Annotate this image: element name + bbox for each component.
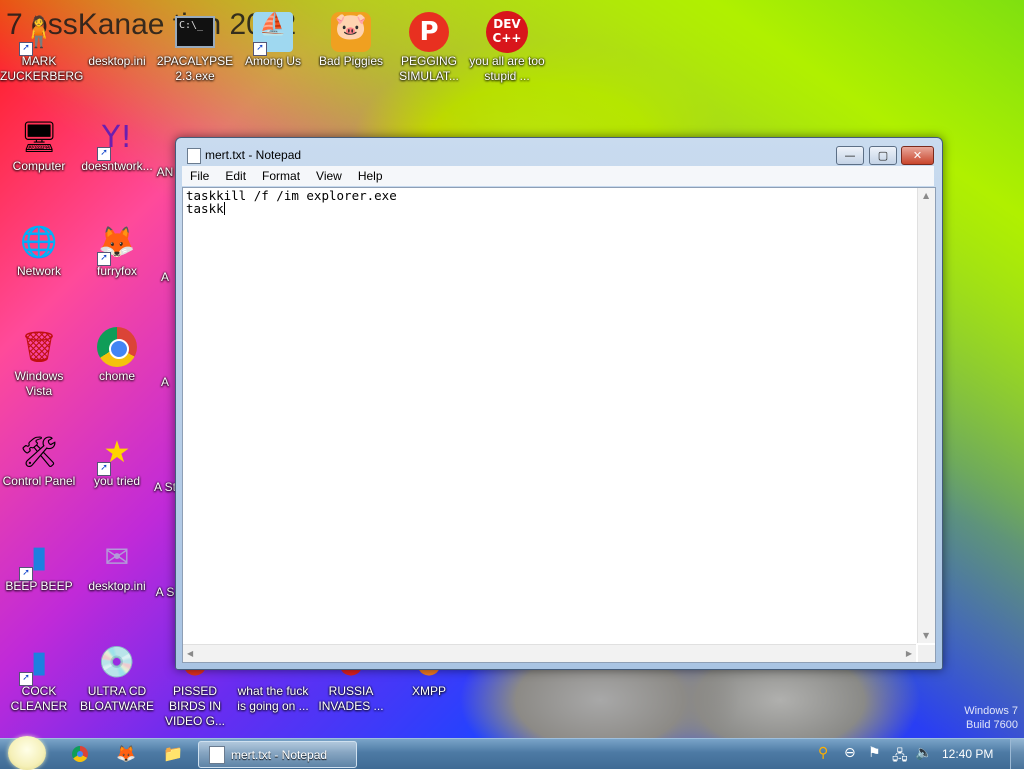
chrome-icon[interactable] xyxy=(70,744,90,764)
search-icon[interactable]: ⚲ xyxy=(818,745,828,761)
game-icon: ⛵ ➚ xyxy=(251,10,295,56)
scroll-down-icon[interactable]: ▼ xyxy=(923,631,929,640)
windows-watermark: Windows 7 Build 7600 xyxy=(964,705,1018,731)
text-editor[interactable]: taskkill /f /im explorer.exe taskk ▲ ▼ ◀… xyxy=(182,187,936,663)
desktop-icon-mark-zuckerberg[interactable]: 🧍 ➚ MARK ZUCKERBERG xyxy=(0,10,83,84)
notepad-icon xyxy=(209,745,225,764)
desktop-icon-windows-vista[interactable]: 🗑 Windows Vista xyxy=(0,325,78,399)
notepad-icon xyxy=(187,148,201,164)
file-icon: . xyxy=(95,10,139,54)
clock[interactable]: 12:40 PM xyxy=(942,747,993,761)
network-icon[interactable]: 🖧 xyxy=(892,745,908,769)
scroll-left-icon[interactable]: ◀ xyxy=(187,649,193,658)
desktop-icon-ultra-cd-bloatware[interactable]: 💿 ULTRA CD BLOATWARE xyxy=(78,640,156,714)
desktop-icon-cock-cleaner[interactable]: ▮ ➚ COCK CLEANER xyxy=(0,640,78,714)
close-button[interactable]: ✕ xyxy=(901,146,934,165)
taskbar: 🦊 📁 mert.txt - Notepad ⚲ ⊖ ⚑ 🖧 🔈 12:40 P… xyxy=(0,736,1024,770)
network-icon: 🌐 xyxy=(20,224,58,260)
star-icon: ★ ➚ xyxy=(95,430,139,476)
window-title: mert.txt - Notepad xyxy=(205,148,302,162)
minus-circle-icon[interactable]: ⊖ xyxy=(844,745,856,761)
control-panel-icon: 🛠 xyxy=(19,434,59,470)
desktop-icon-computer[interactable]: 🖥 Computer xyxy=(0,115,78,174)
desktop-icon-you-all-are-too-stupid[interactable]: DEV C++ you all are too stupid ... xyxy=(468,10,546,84)
computer-icon: 🖥 xyxy=(19,119,59,155)
desktop-icon-furryfox[interactable]: 🦊 ➚ furryfox xyxy=(78,220,156,279)
flag-icon[interactable]: ⚑ xyxy=(868,745,881,761)
start-button[interactable] xyxy=(8,736,46,770)
blue-file-icon: ▮ ➚ xyxy=(17,640,61,686)
recycle-bin-icon: 🗑 xyxy=(19,329,59,365)
desktop-icon-control-panel[interactable]: 🛠 Control Panel xyxy=(0,430,78,489)
desktop-icon-chome[interactable]: chome xyxy=(78,325,156,384)
editor-line-2: taskk xyxy=(186,201,224,216)
desktop-icon-desktop-ini-1[interactable]: . desktop.ini xyxy=(78,10,156,69)
person-icon: 🧍 ➚ xyxy=(17,10,61,56)
menu-view[interactable]: View xyxy=(308,169,350,183)
menu-format[interactable]: Format xyxy=(254,169,308,183)
scroll-up-icon[interactable]: ▲ xyxy=(923,191,929,200)
horizontal-scrollbar[interactable]: ◀ ▶ xyxy=(183,644,916,662)
maximize-button[interactable]: ▢ xyxy=(869,146,897,165)
text-caret xyxy=(223,202,225,215)
menu-help[interactable]: Help xyxy=(350,169,391,183)
vertical-scrollbar[interactable]: ▲ ▼ xyxy=(917,188,935,643)
desktop-icon-doesntwork[interactable]: Y! ➚ doesntwork... xyxy=(78,115,156,174)
minimize-button[interactable]: — xyxy=(836,146,864,165)
file-icon: ✉ xyxy=(104,539,130,575)
editor-text: taskkill /f /im explorer.exe taskk xyxy=(186,189,397,215)
menu-bar: File Edit Format View Help xyxy=(182,166,934,186)
explorer-icon[interactable]: 📁 xyxy=(163,744,183,764)
desktop-icon-among-us[interactable]: ⛵ ➚ Among Us xyxy=(234,10,312,69)
devcpp-icon: DEV C++ xyxy=(485,10,529,54)
desktop-icon-you-tried[interactable]: ★ ➚ you tried xyxy=(78,430,156,489)
chrome-icon xyxy=(95,325,139,369)
size-grip[interactable] xyxy=(918,645,935,662)
cmd-icon: C:\_ xyxy=(173,10,217,54)
volume-icon[interactable]: 🔈 xyxy=(915,745,932,761)
yahoo-icon: Y! ➚ xyxy=(95,115,139,161)
desktop-icon-bad-piggies[interactable]: 🐷 Bad Piggies xyxy=(312,10,390,69)
notepad-window[interactable]: mert.txt - Notepad — ▢ ✕ File Edit Forma… xyxy=(175,137,943,670)
desktop-icon-pegging-simulator[interactable]: P PEGGING SIMULAT... xyxy=(390,10,468,84)
p-icon: P xyxy=(407,10,451,54)
taskbar-notepad-button[interactable]: mert.txt - Notepad xyxy=(198,741,357,768)
firefox-icon: 🦊 ➚ xyxy=(95,220,139,266)
desktop-icon-desktop-ini-2[interactable]: ✉ desktop.ini xyxy=(78,535,156,594)
cd-icon: 💿 xyxy=(98,644,136,680)
desktop-icon-2pacalypse[interactable]: C:\_ 2PACALYPSE 2.3.exe xyxy=(156,10,234,84)
desktop-icon-beep-beep[interactable]: ▮ ➚ BEEP BEEP xyxy=(0,535,78,594)
menu-file[interactable]: File xyxy=(182,169,217,183)
pig-icon: 🐷 xyxy=(329,10,373,54)
firefox-icon[interactable]: 🦊 xyxy=(116,744,136,764)
scroll-right-icon[interactable]: ▶ xyxy=(906,649,912,658)
blue-file-icon: ▮ ➚ xyxy=(17,535,61,581)
desktop-icon-network[interactable]: 🌐 Network xyxy=(0,220,78,279)
show-desktop-button[interactable] xyxy=(1010,739,1024,769)
menu-edit[interactable]: Edit xyxy=(217,169,254,183)
